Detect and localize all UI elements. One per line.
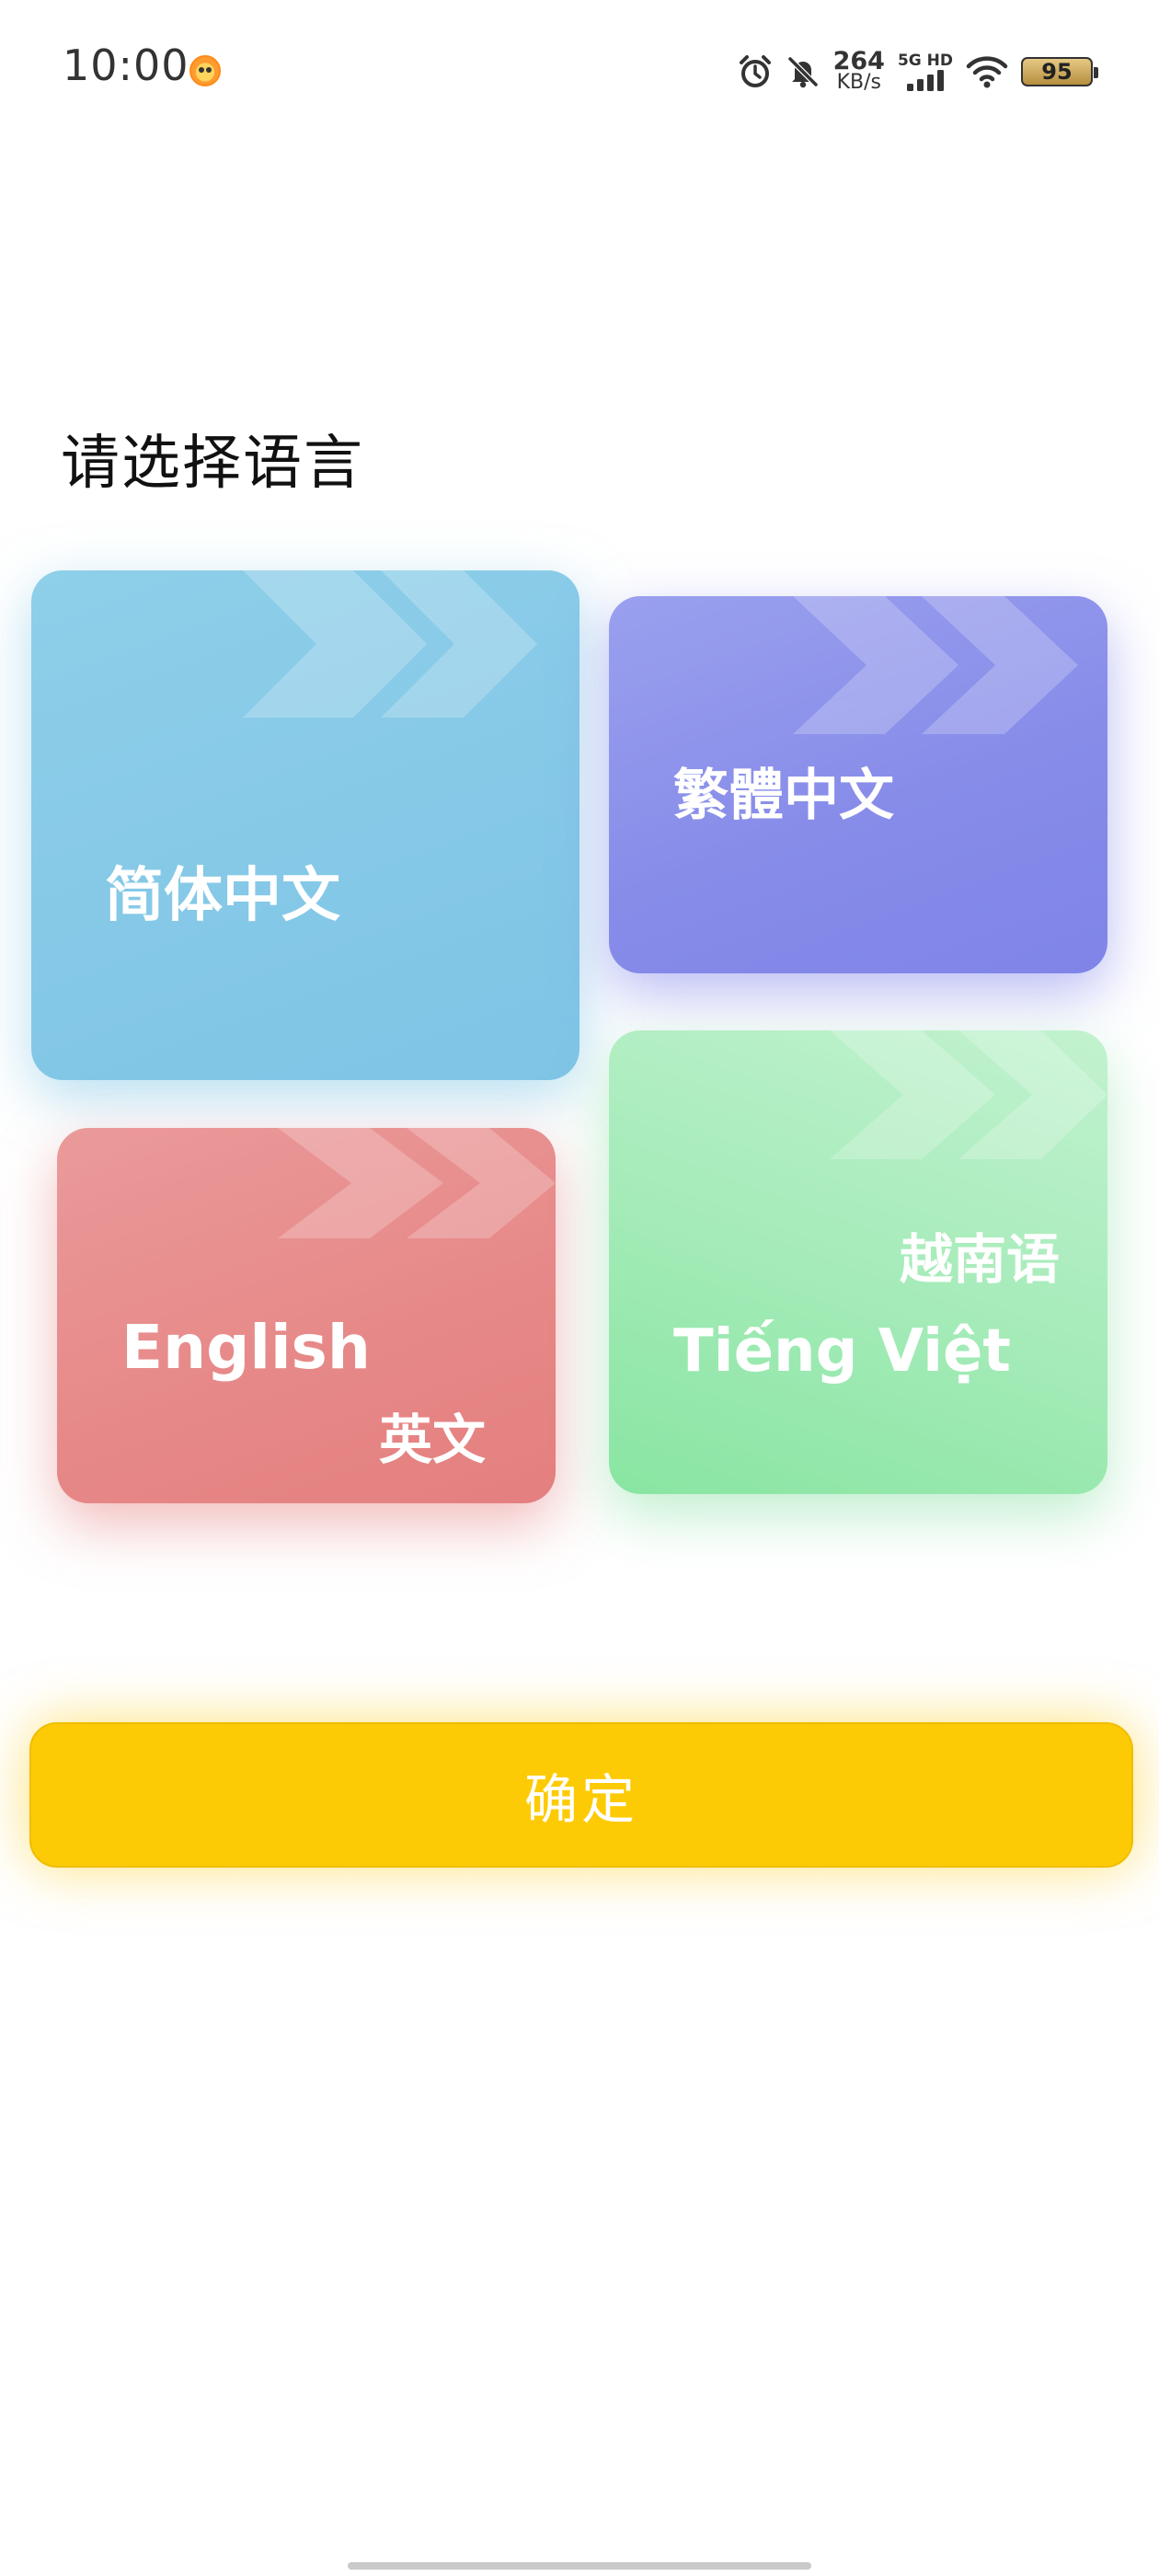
network-speed: 264 KB/s bbox=[832, 47, 885, 94]
page-title: 请选择语言 bbox=[61, 430, 364, 498]
wifi-icon bbox=[966, 55, 1008, 88]
cellular-signal: 5G HD bbox=[898, 52, 953, 91]
signal-label: 5G HD bbox=[897, 52, 953, 70]
language-card-vietnamese[interactable]: 越南语 Tiếng Việt bbox=[609, 1030, 1107, 1494]
status-bar: 10:00 264 KB/s 5G HD 95 bbox=[0, 0, 1159, 138]
confirm-button-label: 确定 bbox=[523, 1768, 638, 1831]
home-indicator[interactable] bbox=[348, 2562, 811, 2570]
chevron-decoration-icon bbox=[278, 1128, 556, 1238]
chevron-decoration-icon bbox=[793, 596, 1078, 734]
language-label: 简体中文 bbox=[105, 862, 340, 930]
chevron-decoration-icon bbox=[830, 1030, 1107, 1159]
status-icons: 264 KB/s 5G HD 95 bbox=[738, 47, 1098, 96]
language-card-simplified-chinese[interactable]: 简体中文 bbox=[31, 570, 580, 1080]
net-speed-unit: KB/s bbox=[836, 71, 881, 94]
battery-level: 95 bbox=[1041, 59, 1073, 85]
battery-icon: 95 bbox=[1021, 57, 1098, 86]
app-notification-icon bbox=[189, 55, 221, 86]
language-label: 繁體中文 bbox=[673, 764, 894, 828]
language-card-traditional-chinese[interactable]: 繁體中文 bbox=[609, 596, 1107, 973]
chevron-decoration-icon bbox=[243, 570, 537, 718]
language-label: Tiếng Việt bbox=[673, 1317, 1011, 1386]
language-label: English bbox=[121, 1312, 371, 1383]
confirm-button[interactable]: 确定 bbox=[29, 1722, 1133, 1868]
language-sublabel: 越南语 bbox=[900, 1228, 1061, 1291]
language-card-english[interactable]: English 英文 bbox=[57, 1128, 556, 1503]
bell-muted-icon bbox=[786, 54, 820, 89]
cellular-signal-icon bbox=[905, 69, 946, 91]
language-sublabel: 英文 bbox=[379, 1409, 487, 1471]
net-speed-value: 264 bbox=[832, 47, 885, 75]
status-time: 10:00 bbox=[63, 40, 189, 90]
alarm-icon bbox=[738, 54, 773, 89]
